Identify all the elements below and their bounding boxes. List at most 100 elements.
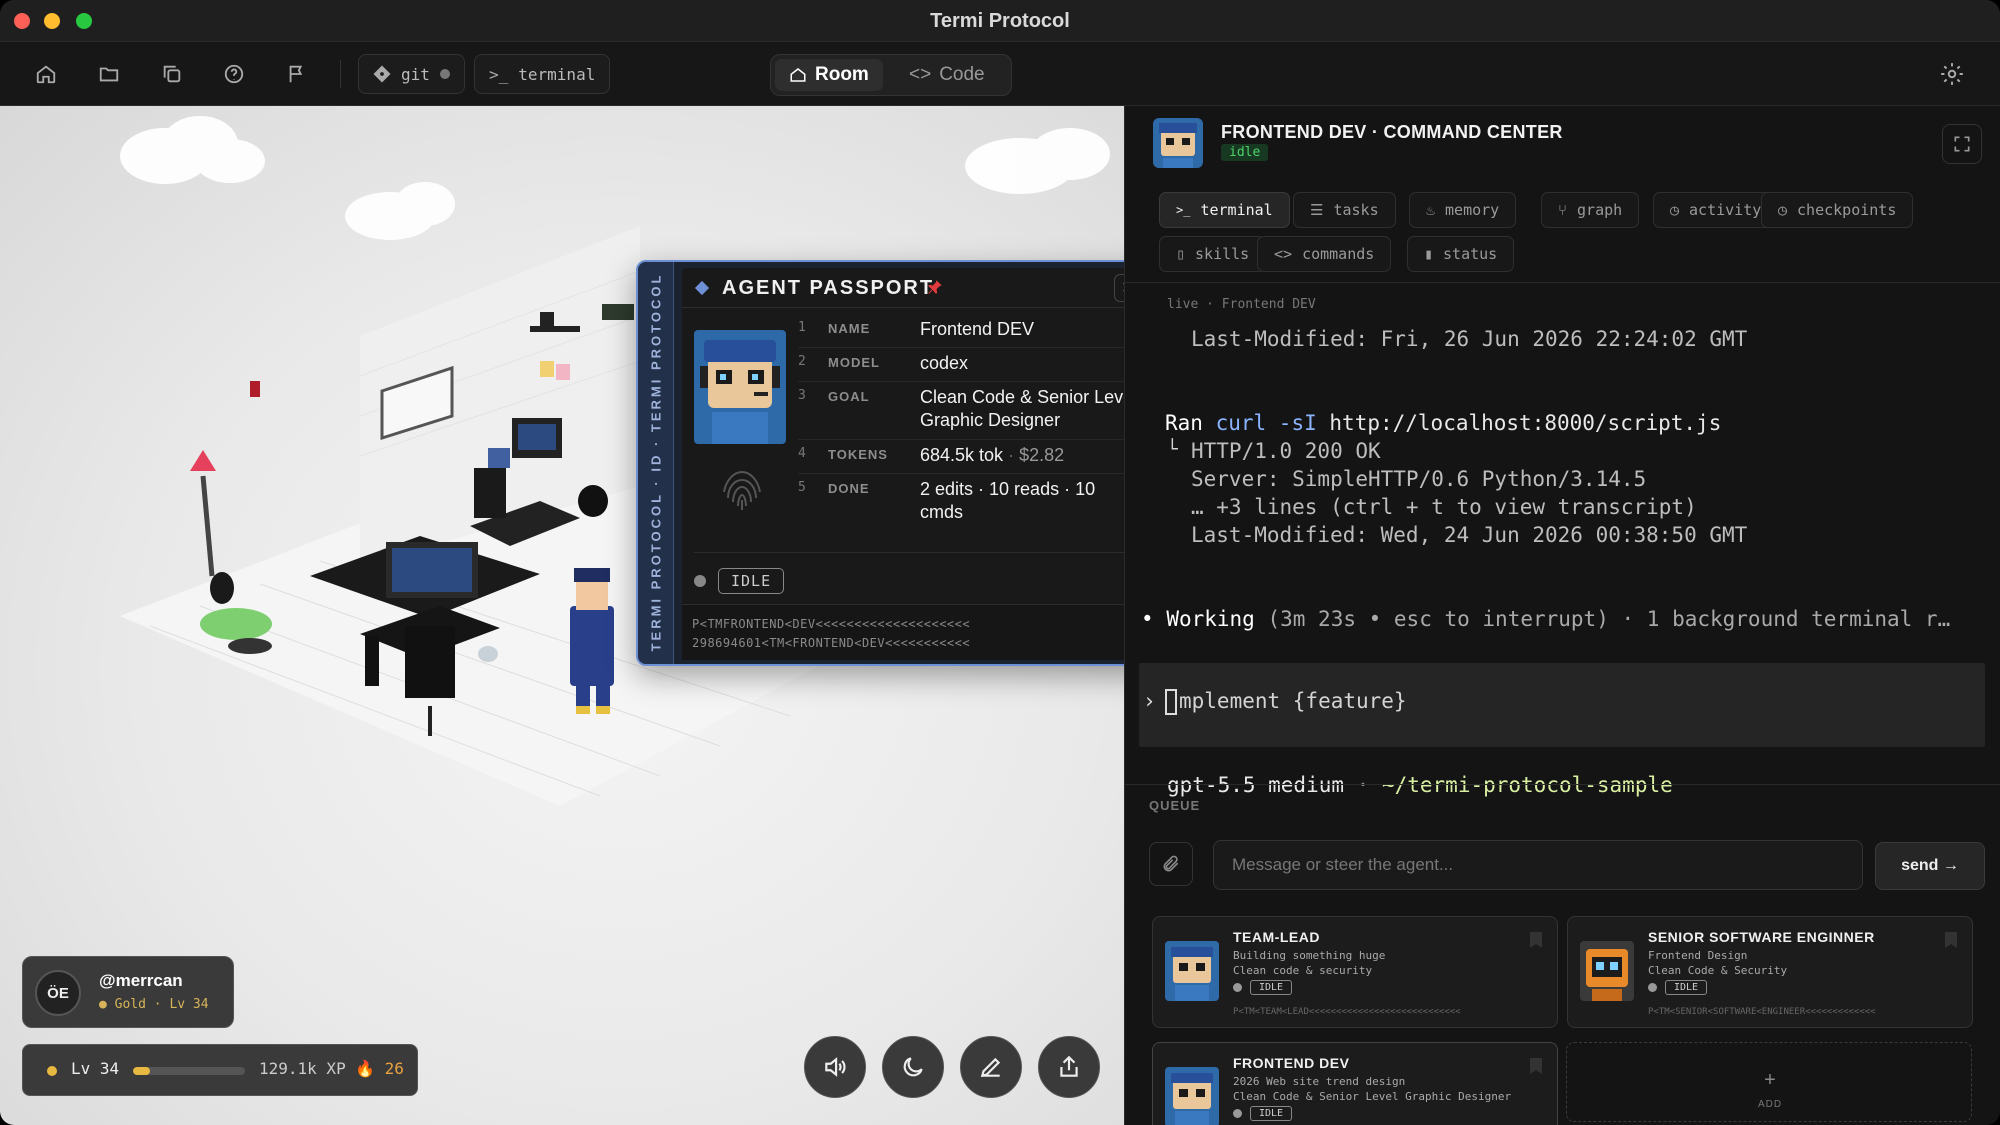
settings-gear-icon[interactable] bbox=[1936, 58, 1968, 90]
bar-chart-icon: ▮ bbox=[1424, 245, 1434, 263]
passport-side-text: TERMI PROTOCOL · ID · TERMI PROTOCOL bbox=[648, 272, 664, 652]
field-value: Frontend DEV bbox=[920, 319, 1035, 339]
agent-card-senior-software-engineer[interactable]: SENIOR SOFTWARE ENGINNER Frontend Design… bbox=[1567, 916, 1973, 1028]
tab-checkpoints[interactable]: ◷ checkpoints bbox=[1761, 192, 1914, 228]
help-icon[interactable] bbox=[218, 58, 250, 90]
passport-field-goal: 3 GOAL Clean Code & Senior Level Graphic… bbox=[798, 387, 1124, 440]
status-dot bbox=[1233, 1109, 1242, 1118]
tree-branch-icon: └ bbox=[1167, 439, 1178, 460]
ran-label: Ran bbox=[1165, 411, 1203, 435]
view-room-label: Room bbox=[815, 64, 869, 85]
terminal-line: Server: SimpleHTTP/0.6 Python/3.14.5 bbox=[1191, 467, 1647, 491]
bullet-icon: • bbox=[1141, 607, 1154, 631]
prompt-char: › bbox=[1143, 689, 1156, 713]
expand-button[interactable] bbox=[1942, 124, 1982, 164]
working-status-line: • Working (3m 23s • esc to interrupt) · … bbox=[1141, 607, 1950, 631]
diamond-icon bbox=[694, 280, 710, 296]
passport-title: AGENT PASSPORT bbox=[722, 277, 935, 299]
expand-icon bbox=[1954, 136, 1970, 152]
agent-name: FRONTEND DEV bbox=[1233, 1055, 1350, 1071]
volume-button[interactable] bbox=[804, 1036, 866, 1098]
terminal-command-line: Ran curl -sI http://localhost:8000/scrip… bbox=[1165, 411, 1721, 435]
terminal-input[interactable]: › mplement {feature} bbox=[1139, 663, 1985, 747]
tab-commands[interactable]: <> commands bbox=[1257, 236, 1392, 272]
status-badge: IDLE bbox=[1250, 1106, 1293, 1121]
send-button[interactable]: send → bbox=[1875, 842, 1985, 890]
status-badge: IDLE bbox=[1665, 980, 1708, 995]
clock-icon: ◷ bbox=[1778, 201, 1788, 219]
field-key: GOAL bbox=[828, 389, 870, 404]
xp-track bbox=[133, 1067, 245, 1075]
share-button[interactable] bbox=[1038, 1036, 1100, 1098]
status-badge: IDLE bbox=[1250, 980, 1293, 995]
home-icon[interactable] bbox=[30, 58, 62, 90]
terminal-line: HTTP/1.0 200 OK bbox=[1191, 439, 1381, 463]
git-status-dot bbox=[439, 69, 450, 79]
working-directory: ~/termi-protocol-sample bbox=[1381, 773, 1673, 797]
agent-description: 2026 Web site trend design bbox=[1233, 1075, 1406, 1088]
agent-avatar bbox=[1165, 941, 1219, 1001]
tab-memory[interactable]: ♨ memory bbox=[1409, 192, 1517, 228]
pin-icon[interactable] bbox=[926, 278, 944, 296]
passport-header: AGENT PASSPORT ✕ bbox=[682, 268, 1124, 308]
terminal-line: … +3 lines (ctrl + t to view transcript) bbox=[1191, 495, 1697, 519]
terminal-line: Last-Modified: Fri, 26 Jun 2026 22:24:02… bbox=[1191, 327, 1748, 351]
message-input[interactable] bbox=[1213, 840, 1863, 890]
agent-card-frontend-dev[interactable]: FRONTEND DEV 2026 Web site trend design … bbox=[1152, 1042, 1558, 1125]
attach-button[interactable] bbox=[1149, 842, 1193, 886]
copy-icon[interactable] bbox=[156, 58, 188, 90]
tab-skills[interactable]: ▯ skills bbox=[1159, 236, 1267, 272]
terminal-output[interactable]: live · Frontend DEV Last-Modified: Fri, … bbox=[1125, 283, 2000, 883]
xp-progress-bar: Lv 34 129.1k XP 🔥 26 bbox=[22, 1044, 418, 1096]
flag-icon[interactable] bbox=[281, 58, 313, 90]
status-dot bbox=[694, 575, 706, 587]
bookmark-icon[interactable] bbox=[1529, 1057, 1543, 1075]
agent-avatar-small bbox=[1153, 118, 1203, 168]
field-value: 684.5k tok · $2.82 bbox=[920, 445, 1065, 465]
list-icon: ☰ bbox=[1310, 201, 1324, 219]
tab-label: commands bbox=[1302, 245, 1375, 263]
tab-status[interactable]: ▮ status bbox=[1407, 236, 1515, 272]
app-window: Termi Protocol git >_ terminal Room <> C… bbox=[0, 0, 2000, 1125]
agent-avatar bbox=[694, 330, 786, 444]
moon-icon bbox=[903, 1057, 923, 1077]
passport-field-model: 2 MODEL codex bbox=[798, 353, 1124, 382]
code-brackets-icon: <> bbox=[909, 64, 932, 85]
folder-icon[interactable] bbox=[93, 58, 125, 90]
streak-value: 26 bbox=[384, 1059, 404, 1078]
field-key: TOKENS bbox=[828, 447, 888, 462]
view-code-label: Code bbox=[939, 64, 985, 85]
fingerprint-icon bbox=[723, 470, 761, 510]
view-code-button[interactable]: <> Code bbox=[895, 59, 999, 91]
edit-button[interactable] bbox=[960, 1036, 1022, 1098]
pencil-icon bbox=[980, 1057, 1001, 1078]
command-url: http://localhost:8000/script.js bbox=[1329, 411, 1722, 435]
field-key: DONE bbox=[828, 481, 870, 496]
placeholder-text: mplement {feature} bbox=[1179, 689, 1407, 713]
bookmark-icon[interactable] bbox=[1529, 931, 1543, 949]
tab-activity[interactable]: ◷ activity bbox=[1653, 192, 1779, 228]
working-detail: (3m 23s • esc to interrupt) · 1 backgrou… bbox=[1267, 607, 1951, 631]
model-name: gpt-5.5 medium bbox=[1167, 773, 1345, 797]
tab-label: graph bbox=[1577, 201, 1623, 219]
terminal-button[interactable]: >_ terminal bbox=[474, 54, 611, 94]
view-switcher: Room <> Code bbox=[770, 54, 1012, 96]
view-room-button[interactable]: Room bbox=[775, 59, 883, 91]
bookmark-icon[interactable] bbox=[1944, 931, 1958, 949]
window-title: Termi Protocol bbox=[930, 10, 1070, 32]
streak-count: 🔥 26 bbox=[355, 1059, 404, 1078]
code-brackets-icon: <> bbox=[1274, 245, 1293, 263]
tab-label: terminal bbox=[1200, 201, 1273, 219]
flame-icon: ♨ bbox=[1426, 201, 1436, 219]
agent-avatar bbox=[1580, 941, 1634, 1001]
tab-graph[interactable]: ⑂ graph bbox=[1541, 192, 1640, 228]
passport-close-button[interactable]: ✕ bbox=[1114, 274, 1124, 302]
night-mode-button[interactable] bbox=[882, 1036, 944, 1098]
agent-card-team-lead[interactable]: TEAM-LEAD Building something huge Clean … bbox=[1152, 916, 1558, 1028]
add-agent-button[interactable]: + ADD bbox=[1566, 1042, 1972, 1122]
git-button[interactable]: git bbox=[358, 54, 465, 94]
tab-tasks[interactable]: ☰ tasks bbox=[1293, 192, 1396, 228]
agent-description: Building something huge bbox=[1233, 949, 1386, 962]
tab-terminal[interactable]: >_ terminal bbox=[1159, 192, 1290, 228]
xp-value: 129.1k XP bbox=[259, 1059, 346, 1078]
